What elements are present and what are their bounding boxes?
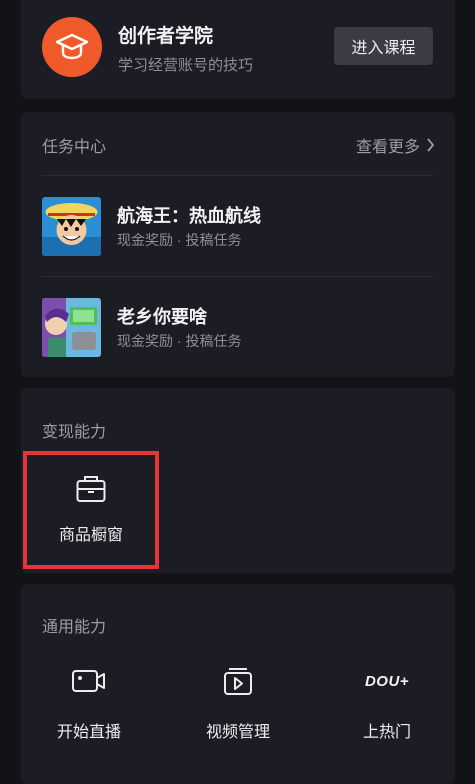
video-management-button[interactable]: 视频管理 — [178, 664, 298, 744]
see-more-link[interactable]: 查看更多 — [356, 133, 435, 157]
dou-plus-button[interactable]: DOU+ 上热门 — [327, 664, 447, 744]
chevron-right-icon — [427, 138, 435, 152]
general-abilities-title: 通用能力 — [42, 619, 107, 636]
feature-label: 视频管理 — [205, 724, 270, 741]
divider — [42, 276, 434, 277]
see-more-label: 查看更多 — [355, 139, 420, 156]
monetization-card: 变现能力 商品橱窗 — [21, 388, 455, 573]
video-manage-icon — [178, 664, 298, 698]
creator-academy-card: 创作者学院 学习经营账号的技巧 进入课程 — [21, 0, 455, 99]
academy-title: 创作者学院 — [118, 26, 214, 47]
feature-label: 上热门 — [362, 724, 411, 741]
live-camera-icon — [29, 664, 149, 698]
enter-course-button[interactable]: 进入课程 — [334, 27, 433, 65]
product-showcase-button[interactable]: 商品橱窗 — [23, 451, 159, 569]
graduation-cap-icon — [42, 17, 102, 77]
feature-label: 开始直播 — [56, 724, 121, 741]
task-center-title: 任务中心 — [42, 139, 107, 156]
product-showcase-label: 商品橱窗 — [58, 527, 123, 544]
task-meta: 现金奖励 · 投稿任务 — [117, 232, 242, 248]
dou-plus-logo: DOU+ — [364, 672, 410, 690]
divider — [42, 175, 434, 176]
task-name: 老乡你要啥 — [117, 307, 207, 327]
briefcase-icon — [75, 473, 107, 508]
start-live-button[interactable]: 开始直播 — [29, 664, 149, 744]
task-name: 航海王：热血航线 — [117, 206, 261, 226]
game-thumbnail-one-piece — [42, 197, 101, 256]
task-item-laoxiang[interactable]: 老乡你要啥 现金奖励 · 投稿任务 — [42, 298, 434, 362]
general-abilities-card: 通用能力 开始直播 视频管理 DOU+ 上热门 — [21, 584, 455, 784]
task-item-one-piece[interactable]: 航海王：热血航线 现金奖励 · 投稿任务 — [42, 197, 434, 261]
dou-plus-icon: DOU+ — [327, 664, 447, 698]
game-thumbnail-laoxiang — [42, 298, 101, 357]
task-center-card: 任务中心 查看更多 航海王：热血航线 现金奖励 · 投稿任务 老乡你要啥 现金奖… — [21, 112, 455, 377]
monetization-title: 变现能力 — [42, 424, 107, 441]
task-meta: 现金奖励 · 投稿任务 — [117, 333, 242, 349]
academy-subtitle: 学习经营账号的技巧 — [118, 57, 254, 74]
